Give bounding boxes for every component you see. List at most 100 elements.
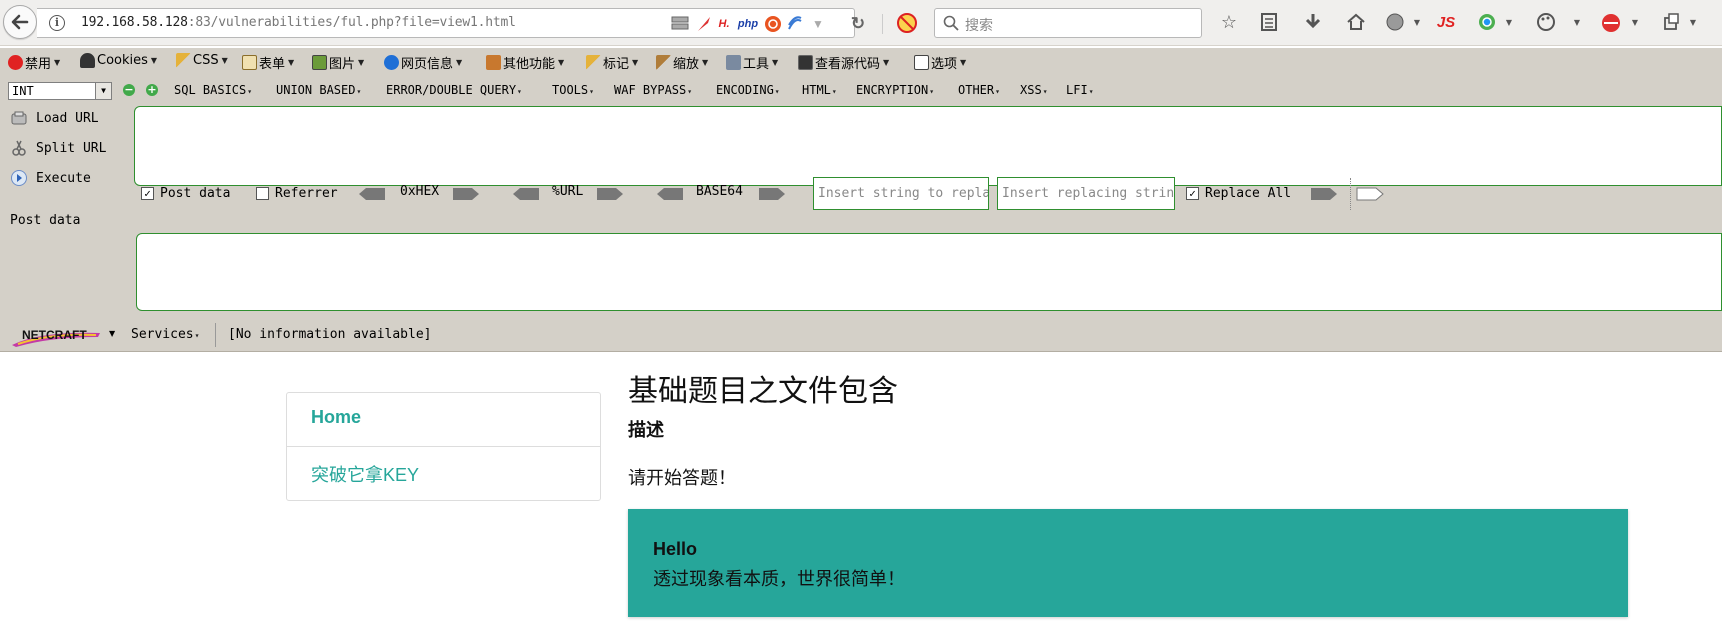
menu-images[interactable]: 图片 ▼ (312, 53, 364, 72)
screenshot-dropdown-icon[interactable]: ▼ (1682, 12, 1704, 34)
referrer-check[interactable] (256, 187, 269, 200)
description-heading: 描述 (628, 420, 664, 441)
replace-go-arrow-icon[interactable] (1310, 187, 1338, 201)
execute-button[interactable]: Execute (10, 169, 91, 187)
menu-disable[interactable]: 禁用 ▼ (8, 53, 60, 72)
split-url-button[interactable]: Split URL (10, 139, 106, 157)
replacing-string-input[interactable]: Insert replacing string (997, 177, 1175, 210)
post-data-check[interactable]: ✓ (141, 187, 154, 200)
menu-encryption[interactable]: ENCRYPTION▾ (856, 83, 934, 97)
caret-icon: ▼ (288, 58, 295, 67)
menu-view-source[interactable]: 查看源代码 ▼ (798, 53, 889, 72)
replace-string-input[interactable]: Insert string to replace (813, 177, 989, 210)
globe-dropdown-icon[interactable]: ▼ (1406, 12, 1428, 34)
base64-encode-arrow-icon[interactable] (758, 187, 786, 201)
js-icon[interactable]: JS (1432, 12, 1460, 34)
dropdown-arrow-icon[interactable]: ▼ (809, 15, 827, 33)
menu-waf-bypass-label: WAF BYPASS (614, 83, 687, 97)
url-bar[interactable]: i 192.168.58.128:83/vulnerabilities/ful.… (37, 8, 883, 38)
type-select[interactable]: INT ▼ (8, 82, 112, 100)
menu-resize[interactable]: 缩放 ▼ (656, 53, 708, 72)
menu-encryption-label: ENCRYPTION (856, 83, 929, 97)
palette-icon[interactable] (1535, 12, 1557, 34)
menu-encoding[interactable]: ENCODING▾ (716, 83, 780, 97)
download-icon[interactable] (1302, 12, 1324, 34)
netcraft-dropdown-icon[interactable]: ▼ (109, 329, 115, 338)
reload-icon[interactable]: ↻ (849, 15, 867, 33)
referrer-checkbox[interactable]: Referrer (256, 186, 338, 201)
load-url-button[interactable]: Load URL (10, 109, 99, 127)
menu-outline[interactable]: 标记 ▼ (586, 53, 638, 72)
replace-all-checkbox[interactable]: ✓ Replace All (1186, 186, 1291, 201)
menu-error-double-query[interactable]: ERROR/DOUBLE QUERY▾ (386, 83, 522, 97)
home-icon[interactable] (1345, 12, 1367, 34)
search-bar[interactable]: 搜索 (934, 8, 1202, 38)
url-textarea[interactable] (134, 106, 1722, 186)
hex-decode-arrow-icon[interactable] (358, 187, 386, 201)
site-info-icon[interactable]: i (49, 15, 65, 31)
css-pencil-icon (176, 53, 191, 68)
menu-options[interactable]: 选项 ▼ (914, 53, 966, 72)
menu-union-based[interactable]: UNION BASED▾ (276, 83, 361, 97)
menu-xss[interactable]: XSS▾ (1020, 83, 1048, 97)
menu-tools[interactable]: 工具 ▼ (726, 53, 778, 72)
caret-icon: ▾ (929, 87, 935, 96)
base64-decode-arrow-icon[interactable] (656, 187, 684, 201)
menu-waf-bypass[interactable]: WAF BYPASS▾ (614, 83, 692, 97)
card-text: 透过现象看本质，世界很简单！ (653, 569, 905, 590)
hackbar-red-icon[interactable] (1600, 12, 1622, 34)
hex-encode-arrow-icon[interactable] (452, 187, 480, 201)
hackbar-dropdown-icon[interactable]: ▼ (1624, 12, 1646, 34)
no-script-icon[interactable] (896, 12, 918, 34)
menu-tools-hack[interactable]: TOOLS▾ (552, 83, 594, 97)
wave-icon[interactable] (786, 15, 804, 33)
minus-icon[interactable]: − (123, 84, 135, 96)
tools-icon (726, 55, 741, 70)
caret-icon: ▼ (54, 58, 61, 67)
execute-icon (11, 170, 27, 186)
menu-lfi[interactable]: LFI▾ (1066, 83, 1094, 97)
menu-misc[interactable]: 其他功能 ▼ (486, 53, 564, 72)
ubuntu-icon[interactable] (764, 15, 782, 33)
back-button[interactable] (3, 5, 37, 39)
menu-page-info[interactable]: 网页信息 ▼ (384, 53, 462, 72)
caret-icon: ▾ (517, 87, 522, 96)
menu-forms[interactable]: 表单 ▼ (242, 53, 294, 72)
palette-dropdown-icon[interactable]: ▼ (1566, 12, 1588, 34)
url-encode-arrow-icon[interactable] (596, 187, 624, 201)
select-arrow-icon: ▼ (95, 83, 111, 99)
replace-all-check[interactable]: ✓ (1186, 187, 1199, 200)
feather-icon[interactable] (695, 15, 713, 33)
chrome-ext-icon[interactable] (1476, 12, 1498, 34)
caret-icon: ▾ (247, 87, 253, 96)
bookmark-star-icon[interactable]: ☆ (1218, 12, 1240, 34)
url-decode-arrow-icon[interactable] (512, 187, 540, 201)
php-h-icon[interactable]: H. (715, 15, 733, 33)
netcraft-logo[interactable]: NETCRAFT (10, 325, 102, 347)
php-icon[interactable]: php (735, 15, 761, 33)
reading-list-icon[interactable] (1258, 12, 1280, 34)
chrome-ext-dropdown-icon[interactable]: ▼ (1498, 12, 1520, 34)
menu-options-label: 选项 (931, 57, 958, 72)
menu-other[interactable]: OTHER▾ (958, 83, 1000, 97)
post-data-checkbox[interactable]: ✓ Post data (141, 186, 230, 201)
services-menu[interactable]: Services▾ (131, 327, 199, 342)
post-data-textarea[interactable] (136, 233, 1722, 311)
menu-html[interactable]: HTML▾ (802, 83, 837, 97)
nav-get-key[interactable]: 突破它拿KEY (287, 447, 600, 501)
replace-back-arrow-icon[interactable] (1356, 187, 1384, 201)
split-url-icon (12, 140, 26, 156)
screenshot-icon[interactable] (1660, 12, 1682, 34)
menu-outline-label: 标记 (603, 57, 630, 72)
plus-icon[interactable]: + (146, 84, 158, 96)
menu-cookies[interactable]: Cookies ▼ (80, 53, 157, 68)
url-text[interactable]: 192.168.58.128:83/vulnerabilities/ful.ph… (81, 15, 516, 30)
resize-icon (656, 55, 671, 70)
nav-home[interactable]: Home (287, 393, 600, 447)
server-icon[interactable] (671, 15, 689, 33)
url-path: :83/vulnerabilities/ful.php?file=view1.h… (187, 15, 516, 30)
globe-icon[interactable] (1384, 12, 1406, 34)
menu-css[interactable]: CSS ▼ (176, 53, 228, 68)
menu-sql-basics[interactable]: SQL BASICS▾ (174, 83, 252, 97)
misc-book-icon (486, 55, 501, 70)
